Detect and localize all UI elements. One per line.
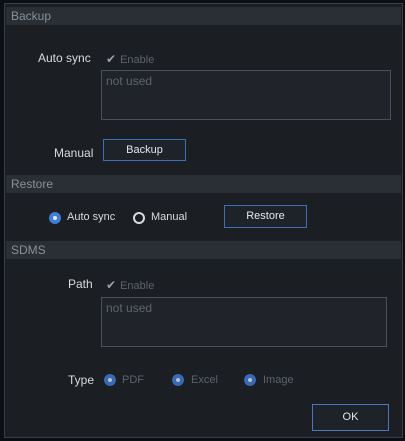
restore-auto-sync-radio[interactable] (49, 212, 61, 224)
backup-button[interactable]: Backup (103, 139, 186, 161)
type-excel-radio[interactable] (172, 374, 184, 386)
type-excel-label: Excel (191, 374, 218, 386)
sdms-section-header: SDMS (6, 241, 401, 259)
restore-auto-sync-label: Auto sync (67, 211, 116, 223)
type-image-label: Image (263, 374, 294, 386)
auto-sync-label: Auto sync (38, 51, 91, 65)
backup-section-header: Backup (6, 7, 401, 25)
type-pdf-radio[interactable] (104, 374, 116, 386)
sdms-path-field[interactable]: not used (101, 297, 387, 347)
restore-manual-radio[interactable] (133, 212, 145, 224)
type-pdf-label: PDF (122, 374, 144, 386)
sdms-enable-checkbox[interactable]: ✔ Enable (106, 278, 154, 292)
backup-restore-dialog: Backup Auto sync ✔ Enable not used Manual… (4, 3, 403, 438)
type-image-radio[interactable] (244, 374, 256, 386)
ok-button[interactable]: OK (312, 404, 389, 431)
checkmark-icon: ✔ (106, 278, 117, 292)
backup-enable-label: Enable (120, 54, 155, 66)
sdms-enable-label: Enable (120, 280, 155, 292)
restore-button[interactable]: Restore (224, 205, 307, 228)
restore-manual-label: Manual (151, 211, 188, 223)
backup-enable-checkbox[interactable]: ✔ Enable (106, 52, 154, 66)
restore-section-header: Restore (6, 175, 401, 193)
manual-label: Manual (54, 146, 94, 160)
backup-notes-field[interactable]: not used (101, 70, 391, 120)
checkmark-icon: ✔ (106, 52, 117, 66)
type-label: Type (68, 373, 95, 387)
path-label: Path (68, 277, 93, 291)
